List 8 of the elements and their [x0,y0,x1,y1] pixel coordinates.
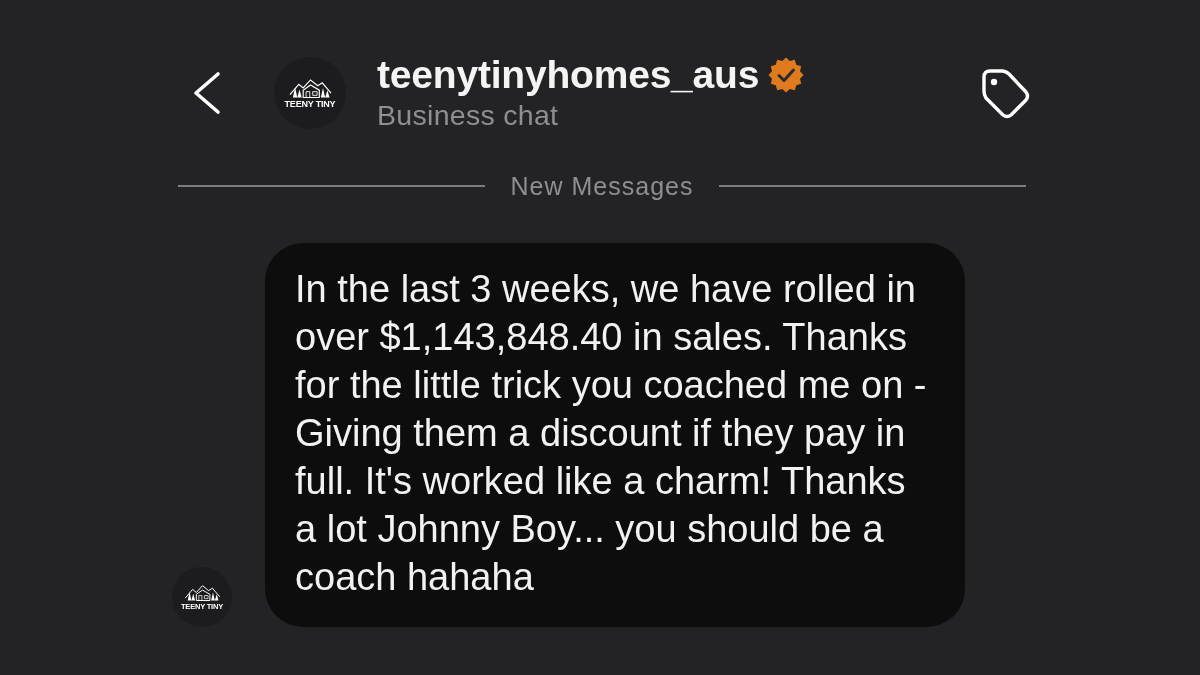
mountain-cabin-icon [183,583,221,603]
mountain-cabin-icon [287,77,333,99]
chat-subtitle: Business chat [377,98,560,132]
new-messages-label: New Messages [510,171,694,201]
avatar[interactable]: TEENY TINY [274,57,346,129]
message-bubble: In the last 3 weeks, we have rolled in over $1,143,848.40 in sales. Thanks for the little trick you coached me on - Giving them a discount if they pay in full. It's worked like a charm! Thanks a lot Johnny Boy... you should be a coach hahaha [265,243,965,627]
account-name: teenytinyhomes_aus [377,54,760,96]
avatar-wordmark: TEENY TINY [284,100,336,109]
